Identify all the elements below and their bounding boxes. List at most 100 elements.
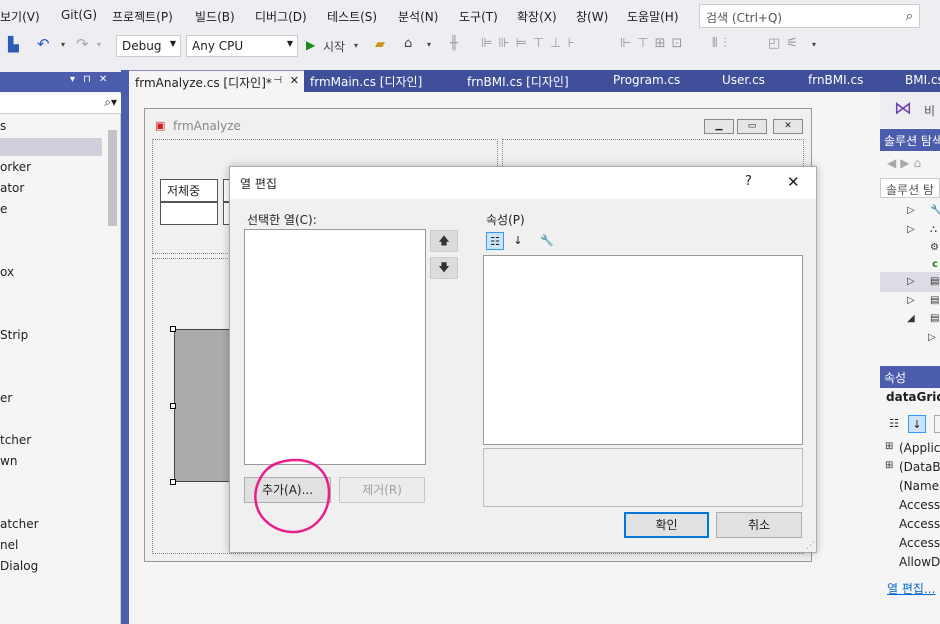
dropdown-icon[interactable]: ▾	[427, 40, 431, 49]
toolbox-item[interactable]: wn	[0, 454, 17, 468]
maximize-icon[interactable]: ▭	[737, 119, 767, 134]
close-button[interactable]: ✕	[787, 173, 800, 191]
property-name[interactable]: Accessi	[899, 517, 940, 531]
search-box[interactable]: 검색 (Ctrl+Q) ⌕	[699, 4, 920, 28]
resize-handle[interactable]	[170, 479, 176, 485]
ok-button[interactable]: 확인	[624, 512, 709, 538]
menu-project[interactable]: 프로젝트(P)	[112, 8, 173, 25]
expand-icon[interactable]: ▷	[907, 205, 915, 216]
alphabetical-icon[interactable]: ↓	[908, 415, 926, 433]
toolbox-item[interactable]: Strip	[0, 328, 28, 342]
resize-grip-icon[interactable]: ⋰	[806, 541, 815, 551]
tab-user[interactable]: User.cs	[716, 70, 802, 92]
toolbox-item[interactable]: s	[0, 119, 6, 133]
expand-icon[interactable]: ▷	[928, 332, 936, 343]
menu-tools[interactable]: 도구(T)	[459, 8, 498, 25]
help-button[interactable]: ?	[745, 174, 752, 189]
alphabetical-icon[interactable]: ↓	[509, 232, 527, 250]
start-play-icon[interactable]: ▶	[306, 38, 315, 52]
menu-build[interactable]: 빌드(B)	[195, 8, 235, 25]
expand-icon[interactable]: ▷	[907, 224, 915, 235]
platform-dropdown[interactable]: Any CPU ▼	[186, 35, 298, 57]
folder-icon[interactable]: ▰	[375, 37, 385, 52]
start-dropdown-icon[interactable]: ▾	[354, 41, 358, 50]
form-file-icon: ▤	[930, 276, 940, 287]
property-grid[interactable]	[483, 255, 803, 445]
property-name[interactable]: (Name)	[899, 479, 940, 493]
collapse-icon[interactable]: ◢	[907, 313, 915, 324]
solution-search[interactable]: 솔루션 탐	[880, 178, 940, 198]
menu-window[interactable]: 창(W)	[576, 8, 608, 25]
tab-bmi[interactable]: BMI.cs	[899, 70, 940, 92]
toolbox-item[interactable]: nel	[0, 538, 18, 552]
move-down-button[interactable]: 🡇	[430, 257, 458, 279]
resize-handle[interactable]	[170, 403, 176, 409]
order-icons[interactable]: ◰⚟	[768, 36, 804, 51]
size-icons[interactable]: ⊩⊤⊞⊡	[620, 36, 688, 51]
toolbox-item[interactable]: orker	[0, 160, 31, 174]
property-name[interactable]: Accessi	[899, 536, 940, 550]
resize-handle[interactable]	[170, 326, 176, 332]
redo-dropdown-icon[interactable]: ▾	[97, 40, 101, 49]
align-grid-icon[interactable]: ╫	[450, 36, 458, 51]
toolbox-search[interactable]: ⌕▾	[0, 94, 121, 114]
property-name[interactable]: Accessi	[899, 498, 940, 512]
menu-view[interactable]: 보기(V)	[0, 8, 40, 25]
undo-icon[interactable]: ↶	[37, 35, 50, 53]
expand-icon[interactable]: ⊞	[885, 441, 893, 452]
expand-icon[interactable]: ⊞	[885, 460, 893, 471]
toolbox-item[interactable]: ator	[0, 181, 24, 195]
toolbox-item[interactable]: atcher	[0, 517, 39, 531]
move-up-button[interactable]: 🡅	[430, 230, 458, 252]
tab-frnbmi-design[interactable]: frnBMI.cs [디자인]	[461, 70, 607, 92]
toolbox-item[interactable]: Dialog	[0, 559, 38, 573]
panel-header-icons[interactable]: ▾⊓✕	[70, 74, 115, 85]
close-icon[interactable]: ✕	[290, 74, 299, 87]
remove-button[interactable]: 제거(R)	[339, 477, 425, 503]
property-pages-icon[interactable]: 🔧	[538, 232, 556, 250]
tab-frmmain[interactable]: frmMain.cs [디자인]	[304, 70, 461, 92]
menu-help[interactable]: 도움말(H)	[627, 8, 679, 25]
property-name[interactable]: (Applica	[899, 441, 940, 455]
pin-icon[interactable]: ⊣	[273, 75, 282, 86]
tab-frmanalyze[interactable]: frmAnalyze.cs [디자인]* ⊣ ✕	[129, 70, 304, 92]
tab-program[interactable]: Program.cs	[607, 70, 716, 92]
toolbox-item[interactable]: ox	[0, 265, 14, 279]
start-button[interactable]: 시작	[323, 38, 345, 55]
toolbar-overflow-icon[interactable]: ▾	[812, 40, 816, 49]
undo-dropdown-icon[interactable]: ▾	[61, 40, 65, 49]
nav-arrows-icon[interactable]: ◀▶⌂	[887, 156, 925, 170]
align-icons[interactable]: ⊫⊪⊨⊤⊥⊦	[481, 36, 580, 51]
property-name[interactable]: AllowD	[899, 555, 940, 569]
expand-icon[interactable]: ▷	[907, 295, 915, 306]
menu-extensions[interactable]: 확장(X)	[517, 8, 557, 25]
close-icon[interactable]: ✕	[773, 119, 803, 134]
menu-git[interactable]: Git(G)	[61, 8, 97, 22]
categorized-icon[interactable]: ☷	[486, 232, 504, 250]
minimize-icon[interactable]: ▁	[704, 119, 734, 134]
save-all-icon[interactable]: ▙	[8, 37, 19, 53]
toolbox-item[interactable]: e	[0, 202, 7, 216]
cancel-button[interactable]: 취소	[716, 512, 802, 538]
property-name[interactable]: (DataBi	[899, 460, 940, 474]
config-dropdown[interactable]: Debug ▼	[116, 35, 181, 57]
menu-debug[interactable]: 디버그(D)	[255, 8, 307, 25]
edit-columns-link[interactable]: 열 편집...	[887, 580, 935, 597]
expand-icon[interactable]: ▷	[907, 276, 915, 287]
toolbox-item[interactable]: tcher	[0, 433, 31, 447]
solution-explorer-header[interactable]: 솔루션 탐색기	[880, 129, 940, 151]
redo-icon[interactable]: ↷	[76, 35, 89, 53]
menu-test[interactable]: 테스트(S)	[327, 8, 377, 25]
properties-header[interactable]: 속성	[880, 366, 940, 388]
datagridview[interactable]	[174, 329, 232, 482]
scrollbar-thumb[interactable]	[108, 130, 117, 226]
events-icon[interactable]	[934, 415, 940, 433]
categorized-icon[interactable]: ☷	[885, 415, 903, 433]
spacing-icons[interactable]: ⫴⫶	[712, 36, 733, 51]
toolbox-item[interactable]: er	[0, 391, 12, 405]
tab-frnbmi[interactable]: frnBMI.cs	[802, 70, 899, 92]
menu-analyze[interactable]: 분석(N)	[398, 8, 438, 25]
tab-label: frmAnalyze.cs [디자인]*	[135, 76, 272, 90]
selected-columns-list[interactable]	[244, 229, 426, 465]
home-icon[interactable]: ⌂	[404, 36, 412, 51]
